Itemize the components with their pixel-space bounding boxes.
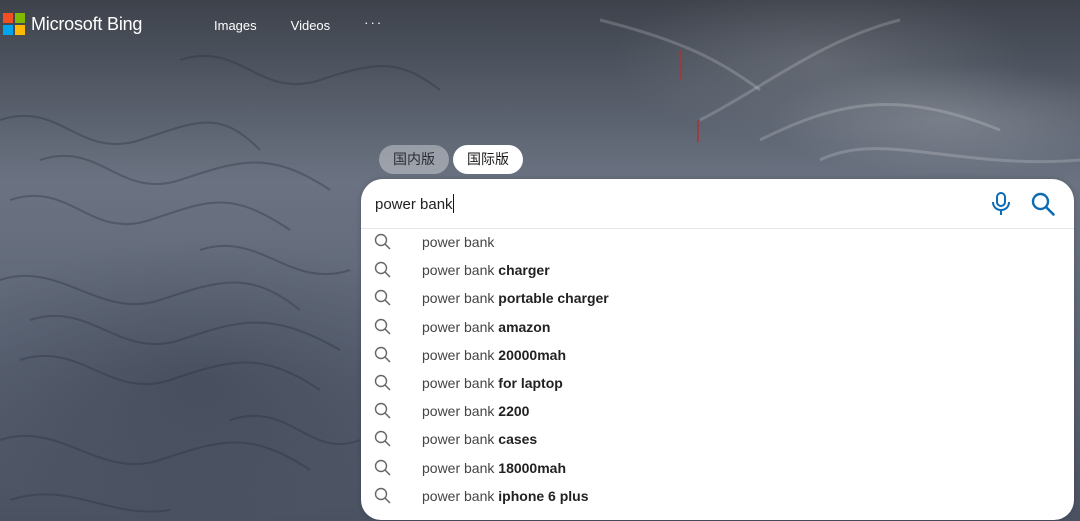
microsoft-logo-icon <box>3 13 25 35</box>
tab-international[interactable]: 国际版 <box>453 145 523 174</box>
search-icon <box>1031 192 1055 216</box>
suggestion-text: power bank charger <box>422 262 550 279</box>
suggestion-text: power bank <box>422 234 495 250</box>
suggestion-text: power bank 20000mah <box>422 346 566 363</box>
search-icon <box>374 487 391 504</box>
suggestion-item[interactable]: power bank amazon <box>361 313 1074 341</box>
suggestion-text: power bank for laptop <box>422 374 563 391</box>
search-icon <box>374 431 391 447</box>
suggestion-item[interactable]: power bank charger <box>361 256 1074 284</box>
search-icon <box>374 290 391 306</box>
suggestion-item[interactable]: power bank iphone 6 plus <box>361 482 1074 510</box>
logo-square-yellow <box>15 25 25 35</box>
search-icon <box>374 261 391 278</box>
search-input[interactable] <box>375 193 955 215</box>
market-tabs: 国内版 国际版 <box>379 145 527 174</box>
suggestion-text: power bank cases <box>422 431 538 448</box>
bing-logo[interactable]: Microsoft Bing <box>3 13 142 35</box>
suggestion-text: power bank iphone 6 plus <box>422 487 589 504</box>
suggestion-text: power bank portable charger <box>422 290 609 307</box>
suggestion-item[interactable]: power bank for laptop <box>361 369 1074 397</box>
suggestion-item[interactable]: power bank portable charger <box>361 284 1074 312</box>
search-submit-button[interactable] <box>1030 191 1056 217</box>
search-box: power bank power bank charger power bank… <box>361 179 1074 520</box>
logo-square-green <box>15 13 25 23</box>
suggestion-item[interactable]: power bank 18000mah <box>361 454 1074 482</box>
search-icon <box>374 459 391 476</box>
suggestion-list: power bank power bank charger power bank… <box>361 228 1074 510</box>
nav-images-link[interactable]: Images <box>214 18 257 33</box>
tab-domestic[interactable]: 国内版 <box>379 145 449 174</box>
suggestion-text: power bank 18000mah <box>422 459 566 476</box>
microphone-icon <box>992 192 1010 215</box>
nav-videos-link[interactable]: Videos <box>291 18 331 33</box>
more-menu-button[interactable]: ··· <box>364 15 383 30</box>
search-icon <box>374 374 391 391</box>
suggestion-item[interactable]: power bank <box>361 228 1074 256</box>
suggestion-item[interactable]: power bank 20000mah <box>361 341 1074 369</box>
suggestion-text: power bank 2200 <box>422 403 530 420</box>
top-nav: Images Videos ··· <box>214 15 383 33</box>
search-icon <box>374 318 391 335</box>
text-caret <box>453 194 454 213</box>
search-icon <box>374 233 391 250</box>
suggestion-item[interactable]: power bank 2200 <box>361 397 1074 425</box>
logo-square-blue <box>3 25 13 35</box>
logo-text: Microsoft Bing <box>31 13 143 34</box>
voice-search-button[interactable] <box>989 191 1013 217</box>
search-icon <box>374 402 391 419</box>
search-icon <box>374 346 391 363</box>
logo-square-red <box>3 13 13 23</box>
suggestion-item[interactable]: power bank cases <box>361 425 1074 453</box>
search-row <box>361 179 1074 229</box>
suggestion-text: power bank amazon <box>422 318 551 335</box>
header: Microsoft Bing Images Videos ··· <box>0 0 1080 50</box>
